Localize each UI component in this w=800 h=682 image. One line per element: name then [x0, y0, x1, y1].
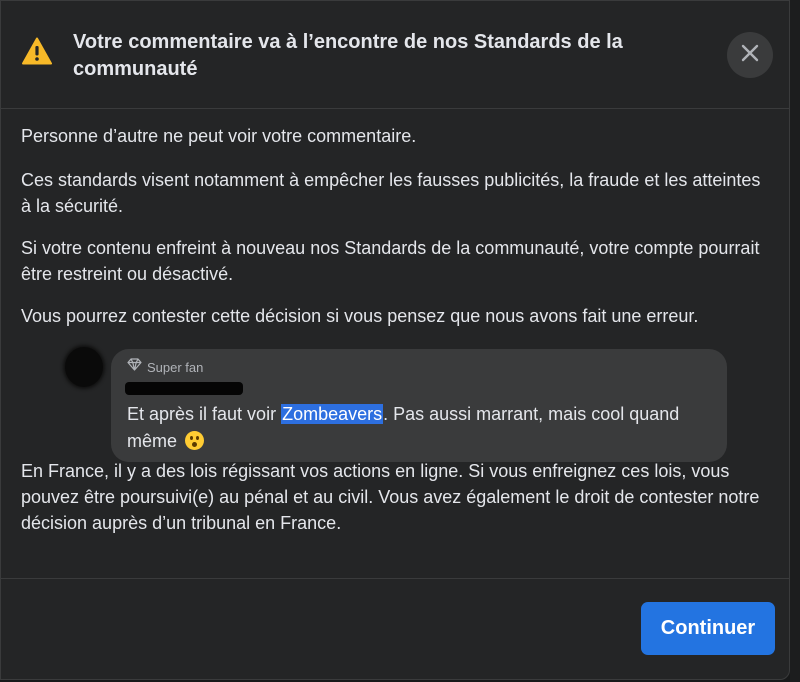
notice-appeal: Vous pourrez contester cette décision si…	[21, 306, 699, 326]
astonished-face-emoji	[185, 431, 205, 450]
dialog-title: Votre commentaire va à l’encontre de nos…	[73, 31, 623, 80]
avatar	[65, 347, 103, 387]
super-fan-badge: Super fan	[127, 358, 203, 376]
badge-label: Super fan	[147, 359, 204, 375]
warning-triangle-icon	[22, 37, 52, 65]
notice-private: Personne d’autre ne peut voir votre comm…	[21, 126, 417, 146]
continue-button[interactable]: Continuer	[641, 602, 775, 655]
notice-account-restriction: Si votre contenu enfreint à nouveau nos …	[21, 238, 760, 284]
footer-divider	[1, 578, 789, 579]
diamond-icon	[127, 358, 142, 376]
notice-france-law: En France, il y a des lois régissant vos…	[21, 461, 760, 533]
dialog-header: Votre commentaire va à l’encontre de nos…	[1, 1, 789, 109]
community-standards-dialog: Votre commentaire va à l’encontre de nos…	[0, 0, 790, 680]
comment-text: Et après il faut voir Zombeavers. Pas au…	[127, 401, 707, 455]
redacted-author-name	[125, 382, 243, 395]
notice-standards-purpose: Ces standards visent notamment à empêche…	[21, 170, 761, 216]
comment-bubble: Super fan Et après il faut voir Zombeave…	[111, 349, 727, 462]
comment-highlighted-text: Zombeavers	[281, 404, 384, 424]
close-icon	[740, 43, 760, 68]
comment-text-before: Et après il faut voir	[127, 404, 282, 424]
background-edge	[790, 0, 800, 682]
close-button[interactable]	[727, 32, 773, 78]
